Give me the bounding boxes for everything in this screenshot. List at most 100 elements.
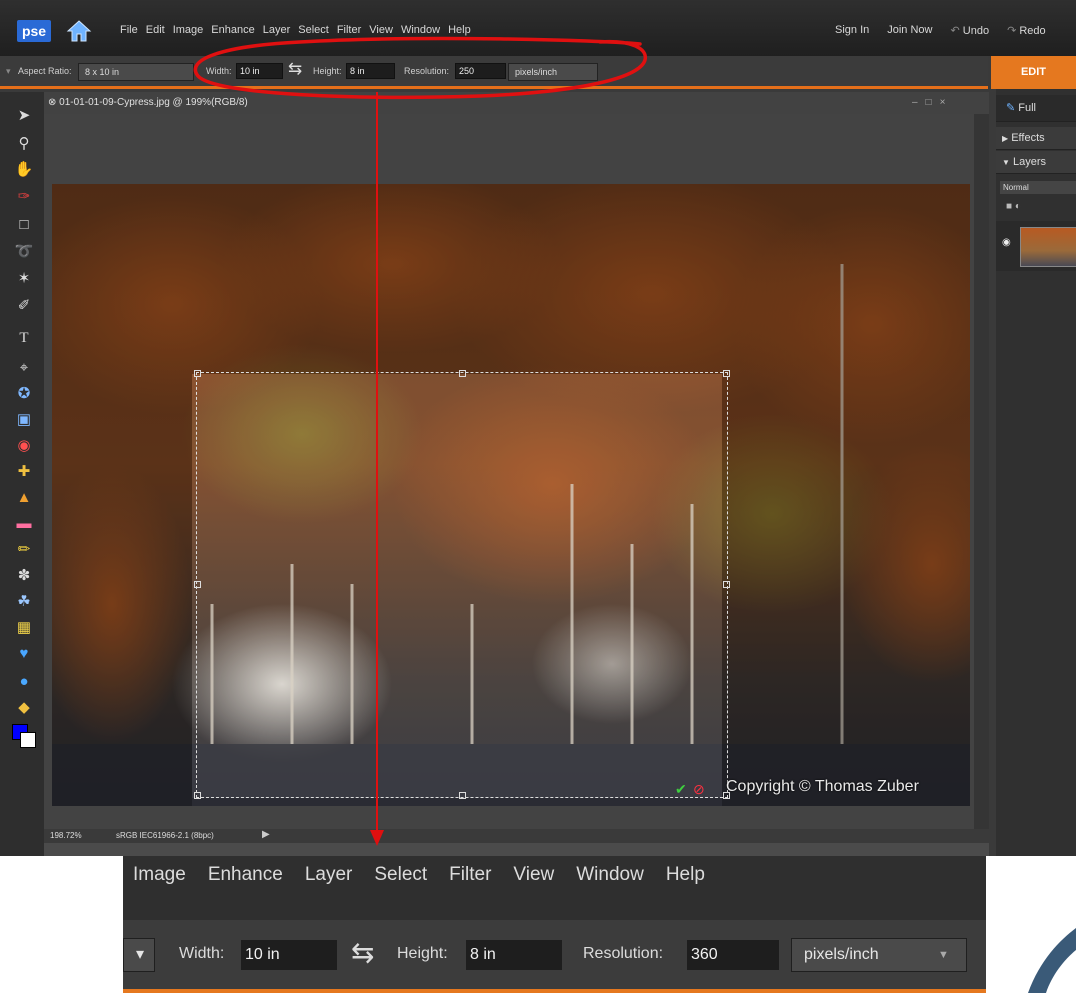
window-controls-icon[interactable]: –□× — [912, 92, 953, 114]
status-menu-arrow-icon[interactable]: ▶ — [262, 829, 270, 840]
menu-window[interactable]: Window — [401, 24, 440, 36]
options-menu-icon[interactable]: ▾ — [6, 66, 11, 77]
zoom-width-input[interactable]: 10 in — [241, 940, 337, 970]
sponge-tool-icon[interactable]: ◆ — [14, 698, 34, 718]
canvas-area[interactable]: ✔ ⊘ Copyright © Thomas Zuber — [44, 114, 974, 829]
copyright-watermark: Copyright © Thomas Zuber — [726, 778, 919, 795]
photoshop-elements-window: pse File Edit Image Enhance Layer Select… — [0, 0, 1076, 856]
clone-stamp-tool-icon[interactable]: ▲ — [14, 488, 34, 508]
crop-handle[interactable] — [723, 581, 730, 588]
zoom-menu-filter[interactable]: Filter — [449, 864, 491, 886]
zoom-tool-icon[interactable]: ⚲ — [14, 134, 34, 154]
crop-handle[interactable] — [459, 370, 466, 377]
effects-panel-header[interactable]: ▶ Effects — [996, 127, 1076, 150]
home-icon[interactable] — [66, 18, 92, 44]
height-input[interactable]: 8 in — [346, 63, 395, 79]
zoom-aspect-select-edge[interactable]: ▾ — [123, 938, 155, 972]
status-bar: 198.72% sRGB IEC61966-2.1 (8bpc) ▶ — [44, 829, 989, 843]
full-edit-button[interactable]: ✎ Full — [996, 95, 1076, 122]
full-edit-label: Full — [1018, 102, 1037, 114]
pencil-tool-icon[interactable]: ✏ — [14, 540, 34, 560]
layers-panel-header[interactable]: ▼ Layers — [996, 151, 1076, 174]
brush-tool-icon[interactable]: ✽ — [14, 566, 34, 586]
paint-bucket-tool-icon[interactable]: ☘ — [14, 592, 34, 612]
sign-in-link[interactable]: Sign In — [835, 24, 869, 37]
toolbox: ➤ ⚲ ✋ ✑ □ ➰ ✶ ✐ T ⌖ ✪ ▣ ◉ ✚ ▲ ▬ ✏ ✽ ☘ ▦ … — [0, 92, 44, 856]
crop-handle[interactable] — [194, 792, 201, 799]
layer-thumbnail — [1020, 227, 1076, 267]
zoom-menu-help[interactable]: Help — [666, 864, 705, 886]
aspect-ratio-select[interactable]: 8 x 10 in — [78, 63, 194, 81]
resolution-input[interactable]: 250 — [455, 63, 506, 79]
quick-selection-tool-icon[interactable]: ✐ — [14, 296, 34, 316]
expanded-arrow-icon: ▼ — [1002, 158, 1010, 167]
zoom-menu-enhance[interactable]: Enhance — [208, 864, 283, 886]
zoom-menu-image[interactable]: Image — [133, 864, 186, 886]
visibility-eye-icon[interactable]: ◉ — [1002, 237, 1011, 248]
gradient-tool-icon[interactable]: ▦ — [14, 618, 34, 638]
layer-options-icons[interactable]: ■ ◐ — [1006, 201, 1021, 212]
aspect-ratio-label: Aspect Ratio: — [18, 66, 72, 76]
resolution-units-select[interactable]: pixels/inch — [508, 63, 598, 81]
background-color-swatch[interactable] — [20, 732, 36, 748]
menu-file[interactable]: File — [120, 24, 138, 36]
lasso-tool-icon[interactable]: ➰ — [14, 242, 34, 262]
custom-shape-tool-icon[interactable]: ♥ — [14, 644, 34, 664]
layer-row[interactable]: ◉ — [996, 221, 1076, 271]
full-edit-icon: ✎ — [1006, 102, 1016, 114]
crop-bounding-box[interactable]: ✔ ⊘ — [194, 370, 730, 799]
width-label: Width: — [206, 66, 232, 76]
menu-enhance[interactable]: Enhance — [211, 24, 254, 36]
crop-tool-icon[interactable]: ⌖ — [14, 358, 34, 378]
document-tab[interactable]: ⊗ 01-01-01-09-Cypress.jpg @ 199%(RGB/8) … — [44, 92, 989, 114]
magic-wand-tool-icon[interactable]: ✶ — [14, 269, 34, 289]
zoom-swap-dimensions-icon[interactable]: ⇆ — [351, 936, 374, 969]
menu-layer[interactable]: Layer — [263, 24, 291, 36]
zoom-height-input[interactable]: 8 in — [466, 940, 562, 970]
menu-edit[interactable]: Edit — [146, 24, 165, 36]
redo-icon: ↷ — [1007, 25, 1020, 37]
width-input[interactable]: 10 in — [236, 63, 283, 79]
redo-button[interactable]: ↷ Redo — [1007, 24, 1046, 37]
zoom-resolution-input[interactable]: 360 — [687, 940, 779, 970]
zoom-resolution-units-select[interactable]: pixels/inch ▼ — [791, 938, 967, 972]
menu-help[interactable]: Help — [448, 24, 471, 36]
menu-select[interactable]: Select — [298, 24, 329, 36]
blend-mode-select[interactable]: Normal — [1000, 181, 1076, 194]
crop-handle[interactable] — [459, 792, 466, 799]
crop-handle[interactable] — [194, 370, 201, 377]
red-eye-tool-icon[interactable]: ◉ — [14, 436, 34, 456]
join-now-link[interactable]: Join Now — [887, 24, 932, 37]
eraser-tool-icon[interactable]: ▬ — [14, 514, 34, 534]
menu-filter[interactable]: Filter — [337, 24, 361, 36]
cancel-crop-icon[interactable]: ⊘ — [693, 781, 705, 798]
zoom-menu-layer[interactable]: Layer — [305, 864, 353, 886]
redo-label: Redo — [1019, 25, 1046, 37]
healing-brush-tool-icon[interactable]: ✚ — [14, 462, 34, 482]
menu-image[interactable]: Image — [173, 24, 204, 36]
edit-tab[interactable]: EDIT — [991, 56, 1076, 89]
document-close-icon[interactable]: ⊗ — [48, 97, 56, 108]
marquee-tool-icon[interactable]: □ — [14, 215, 34, 235]
vertical-scrollbar[interactable] — [974, 114, 989, 829]
zoom-menu-view[interactable]: View — [513, 864, 554, 886]
undo-icon: ↶ — [950, 25, 963, 37]
zoomed-menu-bar: Image Enhance Layer Select Filter View W… — [123, 856, 986, 920]
blur-tool-icon[interactable]: ● — [14, 672, 34, 692]
menu-view[interactable]: View — [369, 24, 393, 36]
zoom-menu-window[interactable]: Window — [576, 864, 644, 886]
zoom-menu-select[interactable]: Select — [374, 864, 427, 886]
crop-handle[interactable] — [723, 370, 730, 377]
straighten-tool-icon[interactable]: ▣ — [14, 410, 34, 430]
chevron-down-icon: ▼ — [938, 949, 949, 961]
resolution-label: Resolution: — [404, 66, 450, 76]
move-tool-icon[interactable]: ➤ — [14, 106, 34, 126]
eyedropper-tool-icon[interactable]: ✑ — [14, 187, 34, 207]
cookie-cutter-tool-icon[interactable]: ✪ — [14, 384, 34, 404]
hand-tool-icon[interactable]: ✋ — [14, 160, 34, 180]
commit-crop-icon[interactable]: ✔ — [675, 781, 687, 798]
swap-dimensions-icon[interactable]: ⇆ — [288, 59, 302, 79]
type-tool-icon[interactable]: T — [14, 328, 34, 348]
crop-handle[interactable] — [194, 581, 201, 588]
undo-button[interactable]: ↶ Undo — [951, 24, 990, 37]
